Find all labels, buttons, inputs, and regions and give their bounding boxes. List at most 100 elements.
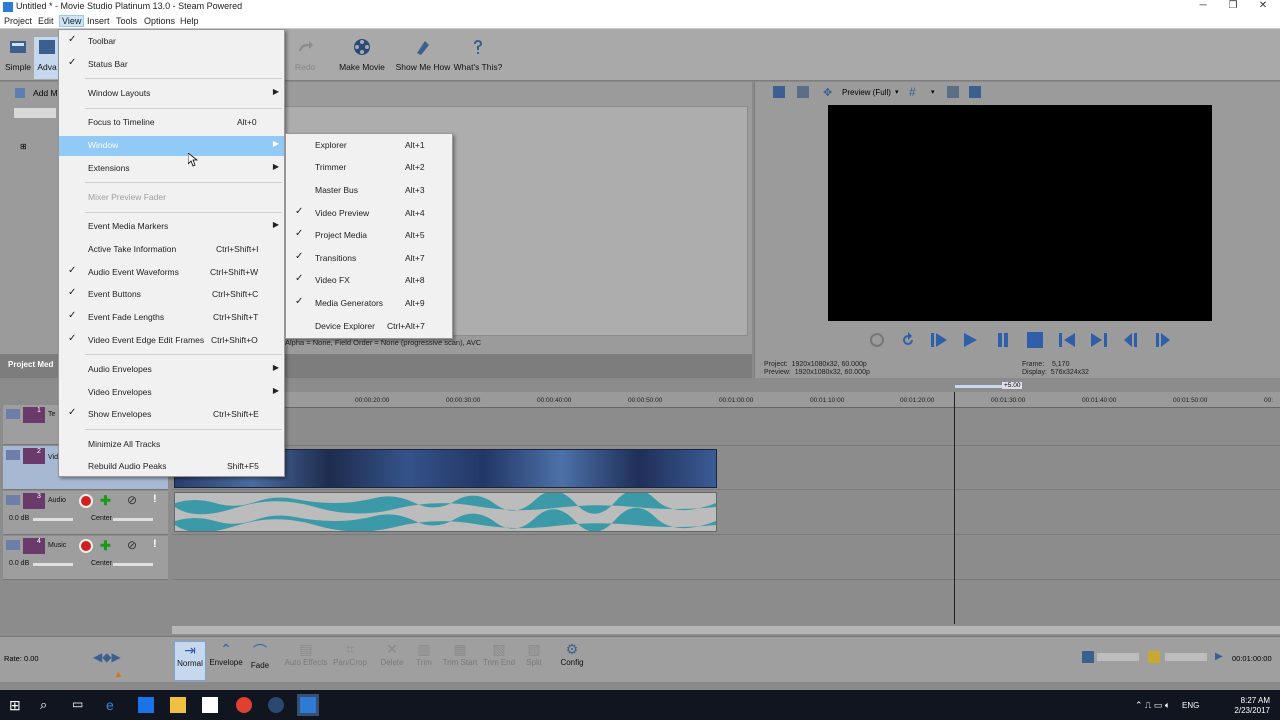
make-movie-button[interactable]: Make Movie <box>337 37 387 79</box>
track-name[interactable]: Audio <box>48 497 66 504</box>
menu-item-window-layouts[interactable]: Window Layouts ▶ <box>59 84 284 104</box>
menu-item-extensions[interactable]: Extensions ▶ <box>59 159 284 179</box>
whats-this-button[interactable]: What's This? <box>453 37 503 79</box>
menu-item-status-bar[interactable]: ✓ Status Bar <box>59 55 284 75</box>
track-name[interactable]: Music <box>48 542 66 549</box>
windows-start-icon[interactable]: ⊞ <box>9 697 25 713</box>
system-clock[interactable]: 8:27 AM 2/23/2017 <box>1234 696 1270 716</box>
file-explorer-icon[interactable] <box>170 697 186 713</box>
submenu-item-trimmer[interactable]: Trimmer Alt+2 <box>286 158 452 178</box>
record-icon[interactable] <box>866 330 888 350</box>
track-row-text[interactable] <box>172 408 1280 446</box>
trim-button[interactable]: ▥ Trim <box>410 641 438 681</box>
play-icon[interactable] <box>959 330 981 350</box>
volume-slider[interactable] <box>33 518 73 521</box>
zoom-slider[interactable] <box>1097 653 1139 661</box>
fade-edit-tool[interactable]: ⌒ Fade <box>246 641 274 681</box>
solo-icon[interactable]: ! <box>153 538 157 550</box>
track-header-audio[interactable]: 3 Audio ✚ ⊘ ! 0.0 dB Center <box>3 491 168 535</box>
menu-options[interactable]: Options <box>144 16 175 26</box>
shuttle-control[interactable]: ◀◆▶ <box>93 650 121 664</box>
tray-icons[interactable]: ⌃ ⎍ ▭ 🔈︎ <box>1135 700 1170 711</box>
media-tree-item[interactable] <box>14 108 56 118</box>
preview-properties-icon[interactable] <box>773 86 785 98</box>
pan-slider[interactable] <box>113 518 153 521</box>
track-name[interactable]: Te <box>48 411 55 418</box>
menu-item-minimize-all-tracks[interactable]: Minimize All Tracks <box>59 435 284 455</box>
stop-icon[interactable] <box>1024 330 1046 350</box>
minimize-button[interactable]: ─ <box>1186 0 1220 15</box>
menu-view[interactable]: View <box>59 15 85 27</box>
menu-project[interactable]: Project <box>4 16 32 26</box>
movie-studio-taskbar-icon[interactable] <box>297 694 319 716</box>
previous-frame-icon[interactable] <box>1120 330 1142 350</box>
add-media-label[interactable]: Add M <box>33 88 58 98</box>
submenu-item-media-generators[interactable]: ✓ Media Generators Alt+9 <box>286 294 452 314</box>
envelope-edit-tool[interactable]: ⌃ Envelope <box>209 641 243 681</box>
pan-slider[interactable] <box>113 563 153 566</box>
trim-end-button[interactable]: ▧ Trim End <box>482 641 516 681</box>
next-frame-icon[interactable] <box>1152 330 1174 350</box>
menu-item-event-fade-lengths[interactable]: ✓ Event Fade Lengths Ctrl+Shift+T <box>59 308 284 328</box>
menu-item-audio-envelopes[interactable]: Audio Envelopes ▶ <box>59 360 284 380</box>
track-name[interactable]: Vid <box>48 454 58 461</box>
menu-tools[interactable]: Tools <box>116 16 137 26</box>
submenu-item-explorer[interactable]: Explorer Alt+1 <box>286 136 452 156</box>
snap-slider[interactable] <box>1165 653 1207 661</box>
menu-item-audio-event-waveforms[interactable]: ✓ Audio Event Waveforms Ctrl+Shift+W <box>59 263 284 283</box>
menu-item-window[interactable]: Window ▶ <box>59 136 284 156</box>
split-button[interactable]: ▨ Split <box>520 641 548 681</box>
save-snapshot-icon[interactable] <box>969 86 981 98</box>
input-monitor-icon[interactable]: ✚ <box>100 493 111 509</box>
menu-edit[interactable]: Edit <box>38 16 54 26</box>
playhead-cursor[interactable] <box>954 392 955 624</box>
submenu-item-master-bus[interactable]: Master Bus Alt+3 <box>286 181 452 201</box>
menu-item-event-media-markers[interactable]: Event Media Markers ▶ <box>59 217 284 237</box>
menu-item-active-take-information[interactable]: Active Take Information Ctrl+Shift+I <box>59 240 284 260</box>
submenu-item-video-preview[interactable]: ✓ Video Preview Alt+4 <box>286 204 452 224</box>
pan-crop-button[interactable]: ⌗ Pan/Crop <box>332 641 368 681</box>
mute-icon[interactable]: ⊘ <box>127 493 137 507</box>
config-button[interactable]: ⚙ Config <box>556 641 588 681</box>
zoom-icon[interactable] <box>1082 651 1094 663</box>
maximize-button[interactable]: ❐ <box>1216 0 1250 15</box>
record-arm-icon[interactable] <box>79 539 93 553</box>
overlays-grid-icon[interactable]: # <box>909 85 916 99</box>
snap-icon[interactable] <box>1148 651 1160 663</box>
steam-icon[interactable] <box>268 697 284 713</box>
chrome-icon[interactable] <box>236 697 252 713</box>
advanced-mode-button[interactable]: Adva <box>34 37 60 79</box>
menu-insert[interactable]: Insert <box>87 16 110 26</box>
split-screen-icon[interactable]: ✥ <box>823 86 835 99</box>
trim-start-button[interactable]: ▦ Trim Start <box>442 641 478 681</box>
menu-item-video-envelopes[interactable]: Video Envelopes ▶ <box>59 383 284 403</box>
pause-icon[interactable] <box>992 330 1014 350</box>
edge-browser-icon[interactable]: e <box>106 697 122 713</box>
mute-icon[interactable]: ⊘ <box>127 538 137 552</box>
menu-item-event-buttons[interactable]: ✓ Event Buttons Ctrl+Shift+C <box>59 285 284 305</box>
calculator-icon[interactable] <box>138 697 154 713</box>
copy-snapshot-icon[interactable] <box>947 86 959 98</box>
play-from-start-icon[interactable] <box>928 330 950 350</box>
record-arm-icon[interactable] <box>79 494 93 508</box>
menu-item-show-envelopes[interactable]: ✓ Show Envelopes Ctrl+Shift+E <box>59 405 284 425</box>
menu-item-toolbar[interactable]: ✓ Toolbar <box>59 32 284 52</box>
language-indicator[interactable]: ENG <box>1182 701 1199 710</box>
normal-edit-tool[interactable]: ⇥ Normal <box>174 641 206 681</box>
preview-quality-dropdown[interactable]: Preview (Full) <box>842 88 891 97</box>
simple-mode-button[interactable]: Simple <box>3 37 33 79</box>
go-to-start-icon[interactable] <box>1056 330 1078 350</box>
submenu-item-transitions[interactable]: ✓ Transitions Alt+7 <box>286 249 452 269</box>
close-button[interactable]: ✕ <box>1246 0 1280 15</box>
input-monitor-icon[interactable]: ✚ <box>100 538 111 554</box>
show-me-how-button[interactable]: Show Me How <box>394 37 452 79</box>
auto-effects-button[interactable]: ▤ Auto Effects <box>284 641 328 681</box>
go-to-end-icon[interactable] <box>1088 330 1110 350</box>
menu-item-focus-to-timeline[interactable]: Focus to Timeline Alt+0 <box>59 113 284 133</box>
timeline-horizontal-scrollbar[interactable] <box>172 626 1280 634</box>
track-header-music[interactable]: 4 Music ✚ ⊘ ! 0.0 dB Center <box>3 536 168 580</box>
menu-item-video-event-edge-edit-frames[interactable]: ✓ Video Event Edge Edit Frames Ctrl+Shift+… <box>59 331 284 351</box>
store-icon[interactable] <box>202 697 218 713</box>
loop-icon[interactable] <box>897 330 919 350</box>
submenu-item-device-explorer[interactable]: Device Explorer Ctrl+Alt+7 <box>286 317 452 337</box>
